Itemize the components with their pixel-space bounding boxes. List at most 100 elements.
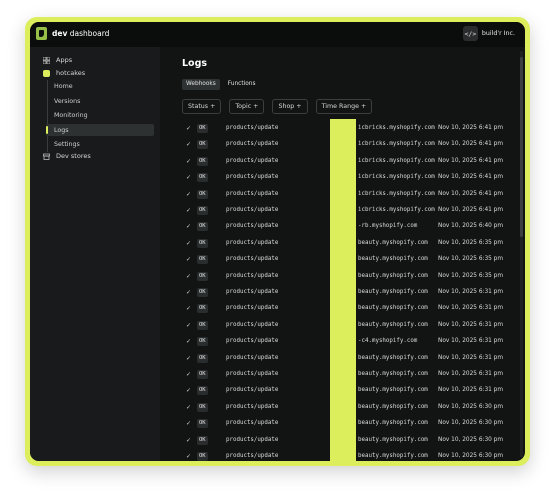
redaction-bar (330, 119, 356, 461)
sidebar-item-label: Apps (56, 56, 73, 64)
sidebar-item-logs[interactable]: Logs (46, 124, 154, 136)
checkmark-icon: ✓ (186, 371, 192, 378)
time-cell: Nov 10, 2025 6:40 pm (438, 223, 503, 230)
status-badge: OK (197, 173, 208, 183)
status-badge: OK (197, 320, 208, 330)
shop-cell: beauty.myshopify.com (358, 371, 428, 377)
checkmark-icon: ✓ (186, 420, 192, 428)
checkmark-icon: ✓ (186, 354, 192, 362)
app-window: dev dashboard </> build'r Inc. Apps hotc… (30, 22, 525, 461)
topic-cell: products/update (226, 256, 279, 263)
topic-cell: products/update (226, 387, 279, 394)
org-name: build'r Inc. (481, 30, 515, 37)
shop-cell: beauty.myshopify.com (358, 453, 428, 459)
topic-cell: products/update (226, 190, 279, 197)
scrollbar-thumb[interactable] (520, 57, 523, 237)
shop-cell: icbricks.myshopify.com (358, 157, 435, 164)
checkmark-icon: ✓ (186, 157, 192, 165)
sidebar-item-apps[interactable]: Apps (30, 54, 72, 66)
time-cell: Nov 10, 2025 6:41 pm (438, 190, 503, 197)
status-badge: OK (197, 206, 208, 215)
topic-cell: products/update (226, 436, 279, 443)
sidebar-item-label: Monitoring (54, 111, 88, 119)
topic-cell: products/update (226, 157, 279, 164)
shop-cell: beauty.myshopify.com (358, 239, 428, 246)
status-badge: OK (197, 452, 208, 461)
brand-title-rest: dashboard (67, 29, 110, 38)
time-cell: Nov 10, 2025 6:41 pm (438, 174, 503, 181)
checkmark-icon: ✓ (186, 403, 192, 411)
time-cell: Nov 10, 2025 6:31 pm (438, 305, 503, 312)
status-badge: OK (197, 255, 208, 265)
status-badge: OK (197, 140, 208, 150)
time-cell: Nov 10, 2025 6:30 pm (438, 436, 503, 443)
topic-cell: products/update (226, 354, 279, 361)
checkmark-icon: ✓ (186, 338, 192, 346)
time-cell: Nov 10, 2025 6:35 pm (438, 256, 503, 263)
filter-bar: Status + Topic + Shop + Time Range + (182, 99, 380, 114)
topic-cell: products/update (226, 125, 279, 131)
status-badge: OK (197, 370, 208, 379)
tab-webhooks[interactable]: Webhooks (182, 79, 220, 90)
checkmark-icon: ✓ (186, 256, 192, 264)
top-bar: dev dashboard </> build'r Inc. (30, 22, 525, 47)
checkmark-icon: ✓ (186, 207, 192, 214)
checkmark-icon: ✓ (186, 223, 192, 231)
brand-title-bold: dev (52, 29, 68, 38)
filter-topic-button[interactable]: Topic + (229, 99, 265, 114)
checkmark-icon: ✓ (186, 174, 192, 182)
tab-functions[interactable]: Functions (224, 79, 260, 90)
status-badge: OK (197, 386, 208, 396)
status-badge: OK (197, 402, 208, 412)
sidebar-item-hotcakes[interactable]: hotcakes (30, 67, 85, 79)
shop-cell: beauty.myshopify.com (358, 436, 428, 443)
sidebar-item-label: Dev stores (56, 152, 91, 160)
time-cell: Nov 10, 2025 6:41 pm (438, 125, 503, 131)
sidebar-item-versions[interactable]: Versions (46, 95, 154, 107)
checkmark-icon: ✓ (186, 190, 192, 198)
filter-time-range-button[interactable]: Time Range + (315, 99, 373, 114)
shop-cell: beauty.myshopify.com (358, 289, 428, 295)
status-badge: OK (197, 238, 208, 248)
topic-cell: products/update (226, 420, 279, 427)
time-cell: Nov 10, 2025 6:31 pm (438, 371, 503, 377)
status-badge: OK (197, 419, 208, 429)
status-badge: OK (197, 304, 208, 314)
checkmark-icon: ✓ (186, 272, 192, 280)
topic-cell: products/update (226, 141, 279, 148)
status-badge: OK (197, 124, 208, 133)
tab-bar: Webhooks Functions (182, 79, 263, 90)
filter-status-button[interactable]: Status + (182, 99, 222, 114)
checkmark-icon: ✓ (186, 321, 192, 329)
brand[interactable]: dev dashboard (36, 27, 109, 40)
checkmark-icon: ✓ (186, 289, 192, 296)
topic-cell: products/update (226, 403, 279, 410)
checkmark-icon: ✓ (186, 125, 192, 132)
shop-cell: -c4.myshopify.com (358, 338, 418, 345)
topic-cell: products/update (226, 453, 279, 459)
org-switcher[interactable]: </> build'r Inc. (462, 26, 515, 41)
topic-cell: products/update (226, 321, 279, 328)
app-icon (43, 69, 50, 77)
time-cell: Nov 10, 2025 6:30 pm (438, 453, 503, 459)
page-title: Logs (182, 58, 208, 69)
status-badge: OK (197, 222, 208, 232)
checkmark-icon: ✓ (186, 387, 192, 395)
sidebar-item-dev-stores[interactable]: Dev stores (30, 150, 91, 162)
shop-cell: beauty.myshopify.com (358, 403, 428, 410)
sidebar-item-home[interactable]: Home (46, 80, 154, 92)
sidebar-item-label: Logs (54, 126, 69, 134)
topic-cell: products/update (226, 207, 279, 213)
shop-cell: beauty.myshopify.com (358, 387, 428, 394)
brand-title: dev dashboard (52, 29, 109, 38)
time-cell: Nov 10, 2025 6:30 pm (438, 420, 503, 427)
status-badge: OK (197, 156, 208, 166)
time-cell: Nov 10, 2025 6:31 pm (438, 289, 503, 295)
sidebar-item-monitoring[interactable]: Monitoring (46, 109, 154, 121)
shop-cell: beauty.myshopify.com (358, 420, 428, 427)
time-cell: Nov 10, 2025 6:35 pm (438, 272, 503, 279)
status-badge: OK (197, 435, 208, 445)
sidebar-item-settings[interactable]: Settings (46, 138, 154, 150)
checkmark-icon: ✓ (186, 141, 192, 149)
filter-shop-button[interactable]: Shop + (272, 99, 308, 114)
